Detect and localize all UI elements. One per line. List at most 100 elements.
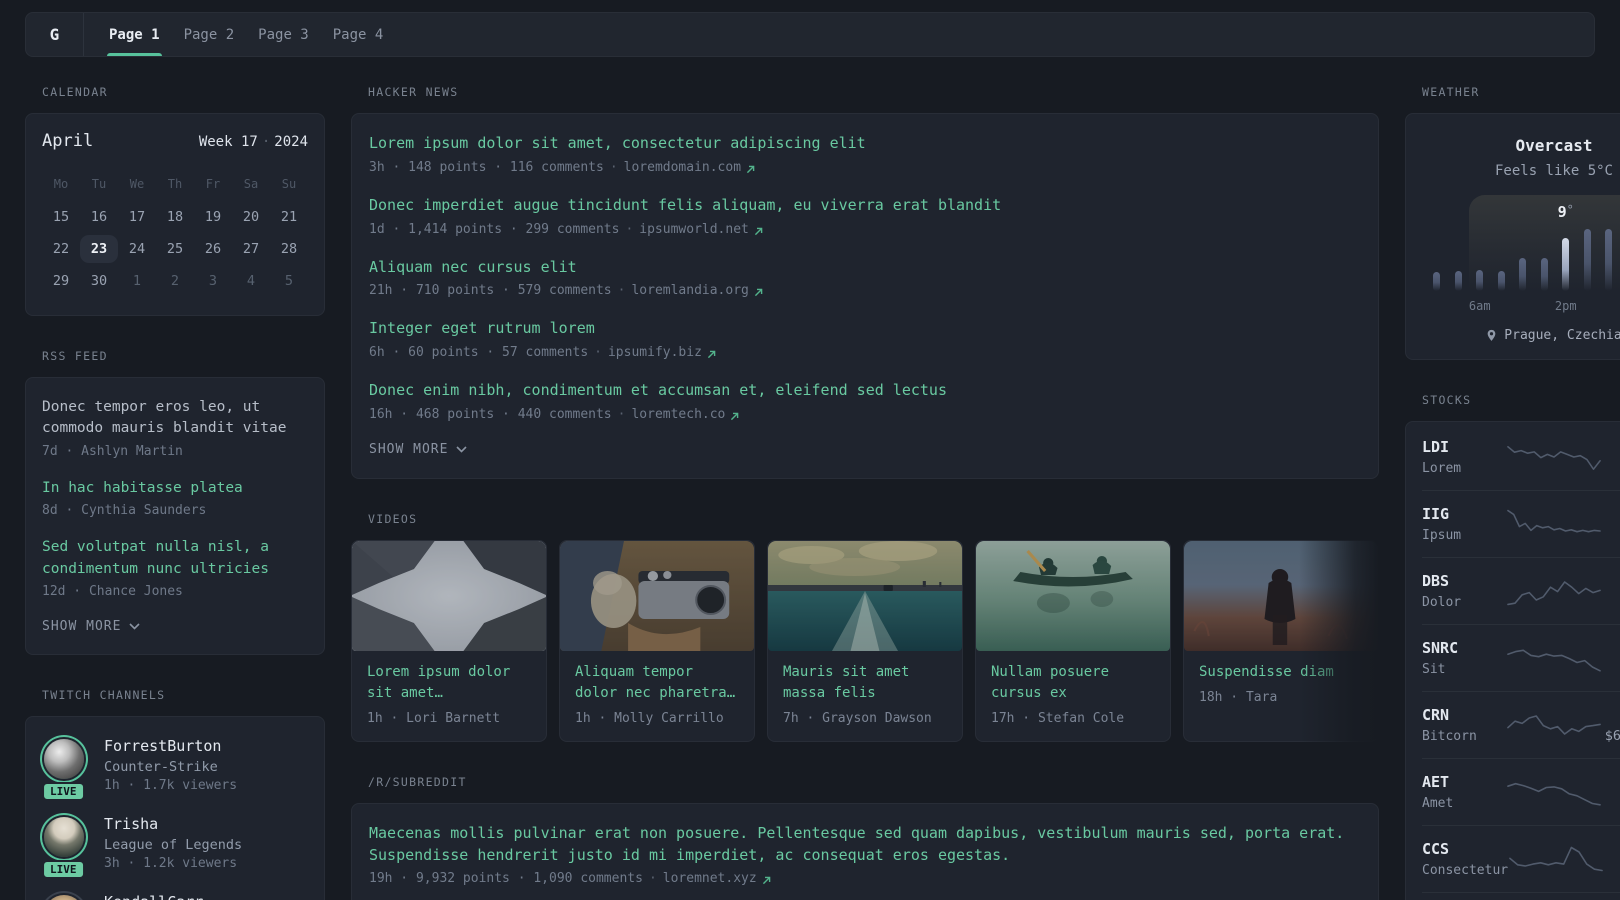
stock-symbol[interactable]: AET: [1422, 773, 1506, 791]
calendar-day-header: Su: [281, 177, 297, 191]
twitch-channel-row[interactable]: LIVE Trisha League of Legends 3h · 1.2k …: [42, 815, 308, 880]
hackernews-item-title[interactable]: Integer eget rutrum lorem: [369, 318, 1361, 340]
separator-dot: ·: [594, 345, 602, 360]
stock-price: $42.04: [1602, 527, 1620, 543]
weather-location-text: Prague, Czechia: [1504, 328, 1620, 343]
video-title[interactable]: Mauris sit amet massa felis: [783, 662, 947, 704]
item-meta-text: 6h · 60 points · 57 comments: [369, 345, 589, 360]
rss-show-more-button[interactable]: SHOW MORE: [42, 619, 141, 635]
rss-widget: RSS FEED Donec tempor eros leo, ut commo…: [25, 349, 325, 656]
calendar-day-header: We: [129, 177, 145, 191]
videos-widget-label: VIDEOS: [368, 511, 418, 526]
tab-page-2[interactable]: Page 2: [173, 13, 246, 56]
external-link-icon: [730, 410, 739, 420]
video-thumbnail[interactable]: [352, 540, 546, 651]
stock-values: +0.51% $165.84: [1604, 839, 1620, 878]
hackernews-show-more-button[interactable]: SHOW MORE: [369, 442, 468, 457]
video-thumbnail[interactable]: [560, 540, 754, 651]
stock-symbol[interactable]: CRN: [1422, 706, 1506, 724]
video-thumbnail[interactable]: [768, 540, 962, 651]
stock-sparkline: [1506, 773, 1602, 811]
hackernews-item: Donec imperdiet augue tincidunt felis al…: [369, 195, 1361, 237]
hackernews-item: Aliquam nec cursus elit 21h · 710 points…: [369, 257, 1361, 298]
stock-price: $66,171.48: [1604, 728, 1620, 744]
item-meta-text: 3h · 148 points · 116 comments: [369, 159, 604, 175]
stock-symbol[interactable]: IIG: [1422, 505, 1506, 523]
post-domain-link[interactable]: loremnet.xyz: [663, 871, 757, 886]
twitch-channel-row[interactable]: KendallCarr: [42, 893, 308, 900]
video-title[interactable]: Aliquam tempor dolor nec pharetra…: [575, 662, 739, 704]
subreddit-card: Maecenas mollis pulvinar erat non posuer…: [351, 802, 1379, 900]
item-domain-link[interactable]: loremtech.co: [631, 407, 725, 422]
weather-feels-like: Feels like 5°C: [1494, 163, 1613, 179]
avatar[interactable]: [44, 895, 84, 900]
stock-symbol[interactable]: SNRC: [1422, 639, 1506, 657]
rss-item-meta: 7d · Ashlyn Martin: [42, 443, 183, 459]
video-info: Aliquam tempor dolor nec pharetra… 1h · …: [560, 651, 754, 741]
video-thumbnail[interactable]: [976, 540, 1170, 651]
twitch-channel-name[interactable]: Trisha: [104, 815, 242, 833]
temperature-bar: [1433, 272, 1441, 291]
tab-page-3[interactable]: Page 3: [247, 13, 320, 56]
stock-symbol[interactable]: LDI: [1422, 438, 1506, 456]
hackernews-item-meta: 6h · 60 points · 57 comments · ipsumify.…: [369, 345, 1361, 360]
video-thumbnail[interactable]: [1184, 540, 1378, 651]
stock-price: $148.64: [1602, 661, 1620, 677]
dashboard-columns: CALENDAR April Week 17 · 2024 Mo Tu We Th Fr Sa…: [25, 85, 1620, 900]
item-domain-link[interactable]: ipsumify.biz: [608, 345, 702, 360]
stock-symbol[interactable]: DBS: [1422, 572, 1506, 590]
calendar-day: 29: [52, 273, 70, 289]
stock-change: +0.92%: [1602, 772, 1620, 790]
rss-show-more-label: SHOW MORE: [42, 619, 122, 635]
tab-label: Page 1: [109, 26, 160, 43]
external-link-icon: [754, 225, 763, 235]
stocks-widget-label: STOCKS: [1422, 393, 1472, 407]
stock-sparkline: [1506, 706, 1602, 744]
tab-page-1[interactable]: Page 1: [98, 13, 171, 56]
rss-item-title[interactable]: In hac habitasse platea: [42, 478, 308, 499]
chevron-down-icon: [456, 446, 468, 453]
temperature-bar: [1497, 271, 1505, 291]
rss-item-meta: 12d · Chance Jones: [42, 584, 183, 600]
temperature-bar: [1519, 258, 1527, 291]
avatar[interactable]: [44, 739, 84, 780]
item-domain-link[interactable]: ipsumworld.net: [639, 222, 749, 237]
rss-item-title[interactable]: Sed volutpat nulla nisl, a condimentum n…: [42, 537, 308, 580]
avatar[interactable]: [44, 817, 84, 858]
calendar-day: 24: [128, 241, 146, 257]
calendar-day: 26: [204, 241, 222, 257]
hackernews-widget: HACKER NEWS Lorem ipsum dolor sit amet, …: [351, 85, 1379, 479]
hackernews-item-title[interactable]: Donec enim nibh, condimentum et accumsan…: [369, 380, 1361, 402]
video-title[interactable]: Suspendisse diam: [1199, 662, 1363, 683]
tab-label: Page 3: [258, 26, 309, 43]
stock-id: DBS Dolor: [1422, 572, 1506, 610]
twitch-channel-name[interactable]: ForrestBurton: [104, 737, 237, 755]
video-title[interactable]: Lorem ipsum dolor sit amet consectetu…: [367, 662, 531, 704]
hackernews-item-title[interactable]: Aliquam nec cursus elit: [369, 257, 1361, 279]
tab-page-4[interactable]: Page 4: [322, 13, 395, 56]
calendar-day: 30: [90, 273, 108, 289]
stock-change: -1.00%: [1602, 705, 1620, 723]
calendar-day: 3: [208, 273, 218, 289]
dashboard: G Page 1 Page 2 Page 3 Page 4 CALENDAR Apri…: [25, 12, 1620, 900]
twitch-channel-name[interactable]: KendallCarr: [104, 893, 203, 900]
hackernews-item-title[interactable]: Lorem ipsum dolor sit amet, consectetur …: [369, 133, 1361, 155]
subreddit-post-title[interactable]: Maecenas mollis pulvinar erat non posuer…: [369, 823, 1361, 867]
stock-name: Consectetur: [1422, 862, 1509, 878]
twitch-widget: TWITCH CHANNELS LIVE ForrestBurton Count…: [25, 688, 325, 900]
temperature-bar-slot: [1469, 229, 1491, 291]
stock-symbol[interactable]: CCS: [1422, 840, 1508, 858]
item-domain-link[interactable]: loremlandia.org: [631, 283, 748, 298]
calendar-day: 4: [246, 273, 256, 289]
rss-item-title[interactable]: Donec tempor eros leo, ut commodo mauris…: [42, 397, 308, 440]
twitch-channel-row[interactable]: LIVE ForrestBurton Counter-Strike 1h · 1…: [42, 737, 308, 802]
hackernews-item-title[interactable]: Donec imperdiet augue tincidunt felis al…: [369, 195, 1361, 217]
logo[interactable]: G: [26, 13, 84, 56]
video-title[interactable]: Nullam posuere cursus ex: [991, 662, 1155, 704]
stock-values: +1.42% $156.28: [1602, 571, 1620, 610]
calendar-day-header: Mo: [53, 177, 69, 191]
item-domain-link[interactable]: loremdomain.com: [624, 160, 741, 175]
stock-change: +1.42%: [1602, 571, 1620, 589]
temperature-bar-slot: [1598, 229, 1620, 291]
twitch-card: LIVE ForrestBurton Counter-Strike 1h · 1…: [25, 716, 325, 900]
